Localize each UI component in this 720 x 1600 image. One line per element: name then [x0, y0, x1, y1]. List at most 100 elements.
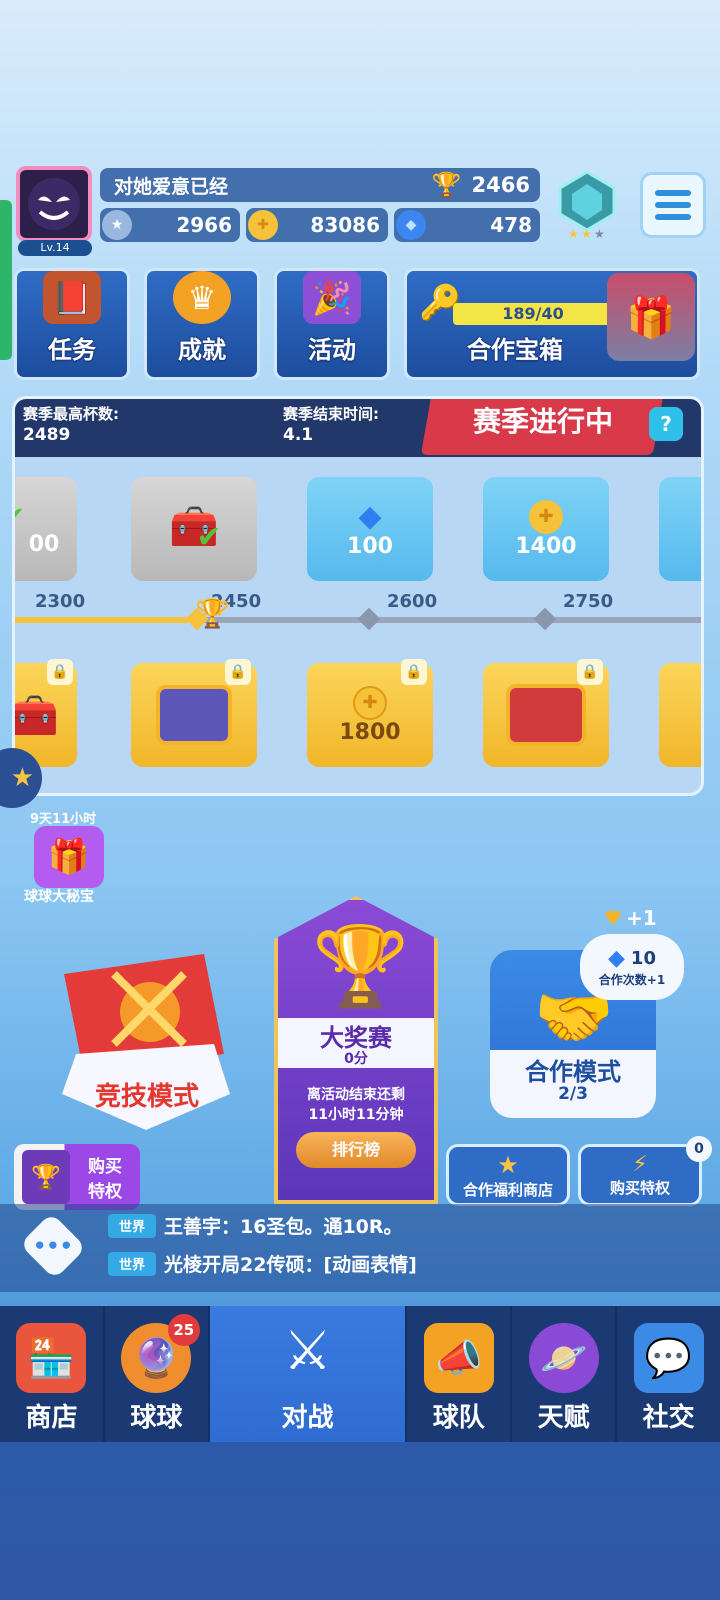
milestone-label: 2600 [387, 591, 438, 612]
red-chest-icon [506, 684, 586, 746]
tile-events[interactable]: 🎉 活动 [274, 268, 390, 380]
planet-icon: 🪐 [528, 1323, 599, 1393]
stars-value: 2966 [176, 213, 232, 237]
crown-medal-icon: ♛ [173, 271, 231, 324]
tile-tasks-label: 任务 [48, 336, 96, 364]
venom-avatar-icon [28, 178, 80, 230]
coop-plus-text: +1 [625, 906, 657, 930]
reward-top-0-value: 00 [28, 531, 60, 557]
reward-top-3-value: 1400 [515, 533, 577, 559]
reward-top-2-value: 100 [347, 534, 393, 559]
nav-balls[interactable]: 🔮 球球 25 [105, 1306, 210, 1442]
chat-channel-tag: 世界 [108, 1251, 156, 1276]
nav-social[interactable]: 💬 社交 [617, 1306, 720, 1442]
buy-label-1: 购买 [88, 1157, 122, 1177]
buy-label-2: 特权 [88, 1182, 122, 1202]
player-level: Lv.14 [18, 240, 92, 256]
gem-icon: ◆ [608, 946, 625, 971]
nav-talent[interactable]: 🪐 天赋 [512, 1306, 618, 1442]
chat-channel-tag: 世界 [108, 1213, 156, 1238]
nav-battle[interactable]: ⚔ 对战 [209, 1306, 408, 1442]
trophy-count: 2466 [471, 173, 530, 197]
golden-trophy-icon: 🏆 [312, 922, 410, 1012]
lock-icon: 🔒 [401, 659, 427, 685]
reward-top-4[interactable] [659, 477, 701, 581]
tournament-card[interactable]: 🏆 大奖赛 0分 离活动结束还剩 11小时11分钟 排行榜 [274, 896, 438, 1204]
reward-top-3[interactable]: ✚ 1400 [483, 477, 609, 581]
treasure-chest-icon: 🎁 [607, 273, 695, 361]
gems-counter[interactable]: ◆ 478 [394, 208, 540, 242]
season-end-label: 赛季结束时间: [283, 405, 379, 423]
nav-team[interactable]: 📣 球队 [407, 1306, 513, 1442]
reward-top-1[interactable]: 🧰 ✔ [131, 477, 257, 581]
svg-text:★: ★ [594, 227, 605, 240]
season-status-banner: 赛季进行中 [420, 399, 666, 455]
buy-privilege-button[interactable]: ⚡ 购买特权 [578, 1144, 702, 1206]
party-popper-icon: 🎉 [303, 271, 361, 324]
menu-button[interactable] [640, 172, 706, 238]
chat-message: 王善宇：16圣包。通10R。 [164, 1216, 403, 1238]
rank-emblem-icon[interactable]: ★ ★ ★ [554, 168, 620, 241]
stars-counter[interactable]: ★ 2966 [100, 208, 240, 242]
gold-coin-icon: ✚ [248, 210, 278, 240]
milestone-label: 2300 [35, 591, 86, 612]
chat-expand-button[interactable]: ••• [19, 1212, 87, 1280]
tournament-score: 0分 [344, 1051, 368, 1067]
coop-bubble: ◆ 10 合作次数+1 [580, 934, 684, 1000]
competitive-mode-button[interactable]: 竞技模式 [54, 934, 238, 1134]
book-icon: 📕 [43, 271, 101, 324]
tile-tasks[interactable]: 📕 任务 [14, 268, 130, 380]
lock-icon: 🔒 [47, 659, 73, 685]
nav-shop-label: 商店 [25, 1403, 78, 1433]
nav-social-label: 社交 [642, 1403, 695, 1433]
chest-progress-bar: 189/40 [453, 303, 613, 325]
gem-icon: ◆ [358, 499, 382, 534]
player-name: 对她爱意已经 [114, 175, 229, 198]
reward-top-0[interactable]: ✔ 00 [15, 477, 77, 581]
gems-value: 478 [490, 213, 532, 237]
purple-chest-icon [156, 685, 232, 745]
leaderboard-button[interactable]: 排行榜 [296, 1132, 416, 1168]
coop-shop-button[interactable]: ★ 合作福利商店 [446, 1144, 570, 1206]
buy-privilege-label: 购买特权 [609, 1179, 670, 1197]
milestone-marker [533, 607, 557, 631]
privilege-badge: 0 [686, 1136, 712, 1162]
milestone-marker [357, 607, 381, 631]
chat-message: 光棱开局22传硕：[动画表情] [164, 1254, 417, 1276]
nav-shop[interactable]: 🏪 商店 [0, 1306, 105, 1442]
season-progress-fill [15, 617, 205, 623]
buy-privilege-left-button[interactable]: 🏆 购买 特权 [14, 1144, 140, 1210]
coins-counter[interactable]: ✚ 83086 [246, 208, 388, 242]
coop-bubble-text: 合作次数+1 [598, 973, 666, 987]
tile-events-label: 活动 [308, 336, 356, 364]
coins-value: 83086 [310, 213, 380, 237]
season-best-label: 赛季最高杯数: [23, 405, 119, 423]
gem-icon: ◆ [396, 210, 426, 240]
reward-bottom-2-value: 1800 [339, 719, 401, 745]
nav-talent-label: 天赋 [537, 1403, 590, 1433]
chat-heart-icon: 💬 [633, 1323, 704, 1393]
event-gift-button[interactable]: 🎁 [34, 826, 104, 888]
crossed-swords-icon: ⚔ [283, 1318, 332, 1382]
help-button[interactable]: ? [649, 407, 683, 441]
reward-bottom-4[interactable] [659, 663, 701, 767]
svg-text:★: ★ [581, 227, 592, 240]
coop-plus-indicator: ♥ +1 [604, 906, 657, 930]
chest-icon: 🧰 [12, 692, 59, 739]
tile-coop-chest[interactable]: 🔑 189/40 🎁 合作宝箱 [404, 268, 700, 380]
lock-icon: 🔒 [225, 659, 251, 685]
reward-top-2[interactable]: ◆ 100 [307, 477, 433, 581]
side-edge-tab[interactable] [0, 200, 12, 360]
season-end-value: 4.1 [283, 425, 314, 445]
tile-coop-chest-label: 合作宝箱 [467, 336, 563, 364]
milestone-label: 2750 [563, 591, 614, 612]
tile-achievements[interactable]: ♛ 成就 [144, 268, 260, 380]
privilege-card-icon: 🏆 [22, 1150, 70, 1204]
chat-line: 世界 光棱开局22传硕：[动画表情] [108, 1250, 417, 1277]
chat-bar[interactable]: ••• 世界 王善宇：16圣包。通10R。 世界 光棱开局22传硕：[动画表情] [0, 1204, 720, 1292]
star-banner-icon: ★ [497, 1150, 519, 1179]
bottom-area [0, 1442, 720, 1600]
lock-icon: 🔒 [577, 659, 603, 685]
player-avatar[interactable] [16, 166, 92, 242]
player-name-bar[interactable]: 对她爱意已经 🏆 2466 [100, 168, 540, 202]
